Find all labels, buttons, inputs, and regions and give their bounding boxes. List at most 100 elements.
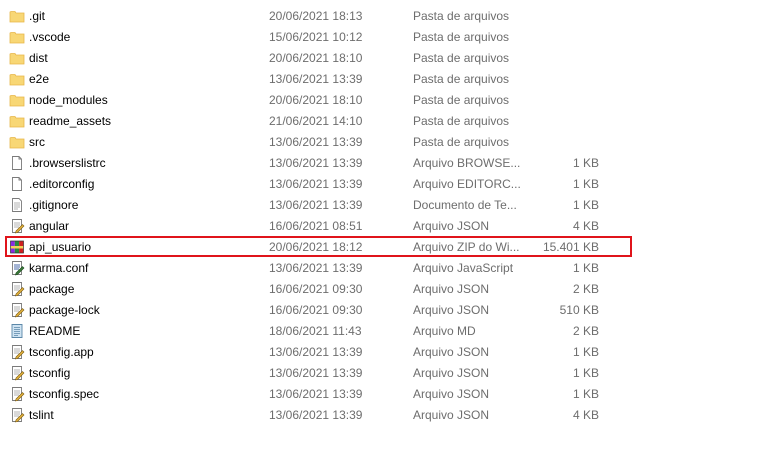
file-row-tsconfig[interactable]: tsconfig 13/06/2021 13:39 Arquivo JSON 1… xyxy=(0,362,776,383)
file-type: Arquivo JSON xyxy=(413,366,490,380)
file-type: Pasta de arquivos xyxy=(413,9,510,23)
json-file-icon xyxy=(12,219,25,234)
file-type: Arquivo ZIP do Wi... xyxy=(413,240,520,254)
zip-archive-icon xyxy=(10,240,24,254)
file-name: package-lock xyxy=(29,303,100,317)
file-row-browserslistrc[interactable]: .browserslistrc 13/06/2021 13:39 Arquivo… xyxy=(0,152,776,173)
file-type: Arquivo BROWSE... xyxy=(413,156,521,170)
file-modified-date: 13/06/2021 13:39 xyxy=(269,135,363,149)
file-size: 1 KB xyxy=(572,156,599,170)
file-name: tslint xyxy=(29,408,54,422)
file-type: Arquivo JSON xyxy=(413,345,490,359)
json-file-icon xyxy=(12,303,25,318)
file-modified-date: 13/06/2021 13:39 xyxy=(269,156,363,170)
file-name: .git xyxy=(29,9,46,23)
file-size: 2 KB xyxy=(572,282,599,296)
file-modified-date: 16/06/2021 09:30 xyxy=(269,303,363,317)
file-modified-date: 21/06/2021 14:10 xyxy=(269,114,363,128)
file-type: Arquivo JSON xyxy=(413,303,490,317)
file-modified-date: 13/06/2021 13:39 xyxy=(269,72,363,86)
file-size: 2 KB xyxy=(572,324,599,338)
file-modified-date: 15/06/2021 10:12 xyxy=(269,30,363,44)
script-file-icon xyxy=(12,261,25,276)
file-row-api-usuario[interactable]: api_usuario 20/06/2021 18:12 Arquivo ZIP… xyxy=(0,236,776,257)
file-type: Pasta de arquivos xyxy=(413,30,510,44)
file-modified-date: 20/06/2021 18:12 xyxy=(269,240,363,254)
file-row-e2e[interactable]: e2e 13/06/2021 13:39 Pasta de arquivos xyxy=(0,68,776,89)
file-name: readme_assets xyxy=(29,114,112,128)
file-row-git[interactable]: .git 20/06/2021 18:13 Pasta de arquivos xyxy=(0,5,776,26)
file-row-vscode[interactable]: .vscode 15/06/2021 10:12 Pasta de arquiv… xyxy=(0,26,776,47)
file-modified-date: 16/06/2021 09:30 xyxy=(269,282,363,296)
file-type: Arquivo JavaScript xyxy=(413,261,514,275)
json-file-icon xyxy=(12,282,25,297)
file-row-node-modules[interactable]: node_modules 20/06/2021 18:10 Pasta de a… xyxy=(0,89,776,110)
file-row-karma-conf[interactable]: karma.conf 13/06/2021 13:39 Arquivo Java… xyxy=(0,257,776,278)
file-size: 1 KB xyxy=(572,345,599,359)
file-type: Pasta de arquivos xyxy=(413,135,510,149)
file-row-tsconfig-spec[interactable]: tsconfig.spec 13/06/2021 13:39 Arquivo J… xyxy=(0,383,776,404)
file-name: tsconfig xyxy=(29,366,71,380)
file-size: 4 KB xyxy=(572,408,599,422)
file-size: 1 KB xyxy=(572,177,599,191)
folder-icon xyxy=(9,95,25,107)
file-size: 15.401 KB xyxy=(542,240,599,254)
file-type: Pasta de arquivos xyxy=(413,114,510,128)
file-size: 1 KB xyxy=(572,387,599,401)
file-name: angular xyxy=(29,219,70,233)
file-name: .gitignore xyxy=(29,198,79,212)
file-size: 1 KB xyxy=(572,261,599,275)
file-name: api_usuario xyxy=(29,240,92,254)
file-row-gitignore[interactable]: .gitignore 13/06/2021 13:39 Documento de… xyxy=(0,194,776,215)
file-type: Arquivo JSON xyxy=(413,408,490,422)
file-size: 1 KB xyxy=(572,366,599,380)
file-size: 1 KB xyxy=(572,198,599,212)
file-type: Pasta de arquivos xyxy=(413,93,510,107)
json-file-icon xyxy=(12,366,25,381)
file-name: package xyxy=(29,282,75,296)
folder-icon xyxy=(9,11,25,23)
file-modified-date: 13/06/2021 13:39 xyxy=(269,366,363,380)
file-row-readme[interactable]: README 18/06/2021 11:43 Arquivo MD 2 KB xyxy=(0,320,776,341)
folder-icon xyxy=(9,116,25,128)
file-modified-date: 20/06/2021 18:10 xyxy=(269,93,363,107)
file-name: README xyxy=(29,324,81,338)
text-file-icon xyxy=(12,198,22,212)
file-name: .editorconfig xyxy=(29,177,95,191)
file-name: .vscode xyxy=(29,30,71,44)
file-modified-date: 13/06/2021 13:39 xyxy=(269,345,363,359)
blank-file-icon xyxy=(12,156,22,170)
file-row-tsconfig-app[interactable]: tsconfig.app 13/06/2021 13:39 Arquivo JS… xyxy=(0,341,776,362)
file-type: Arquivo JSON xyxy=(413,387,490,401)
json-file-icon xyxy=(12,345,25,360)
file-type: Pasta de arquivos xyxy=(413,72,510,86)
file-modified-date: 20/06/2021 18:10 xyxy=(269,51,363,65)
file-name: dist xyxy=(29,51,48,65)
file-modified-date: 20/06/2021 18:13 xyxy=(269,9,363,23)
file-modified-date: 16/06/2021 08:51 xyxy=(269,219,363,233)
json-file-icon xyxy=(12,387,25,402)
file-row-package[interactable]: package 16/06/2021 09:30 Arquivo JSON 2 … xyxy=(0,278,776,299)
file-row-package-lock[interactable]: package-lock 16/06/2021 09:30 Arquivo JS… xyxy=(0,299,776,320)
file-type: Arquivo JSON xyxy=(413,219,490,233)
file-type: Documento de Te... xyxy=(413,198,517,212)
file-name: .browserslistrc xyxy=(29,156,106,170)
file-list: .git 20/06/2021 18:13 Pasta de arquivos … xyxy=(0,5,776,425)
file-row-tslint[interactable]: tslint 13/06/2021 13:39 Arquivo JSON 4 K… xyxy=(0,404,776,425)
folder-icon xyxy=(9,74,25,86)
file-row-editorconfig[interactable]: .editorconfig 13/06/2021 13:39 Arquivo E… xyxy=(0,173,776,194)
file-type: Pasta de arquivos xyxy=(413,51,510,65)
file-name: src xyxy=(29,135,45,149)
file-modified-date: 18/06/2021 11:43 xyxy=(269,324,362,338)
json-file-icon xyxy=(12,408,25,423)
file-row-dist[interactable]: dist 20/06/2021 18:10 Pasta de arquivos xyxy=(0,47,776,68)
file-modified-date: 13/06/2021 13:39 xyxy=(269,177,363,191)
file-row-angular[interactable]: angular 16/06/2021 08:51 Arquivo JSON 4 … xyxy=(0,215,776,236)
folder-icon xyxy=(9,53,25,65)
file-row-src[interactable]: src 13/06/2021 13:39 Pasta de arquivos xyxy=(0,131,776,152)
file-name: node_modules xyxy=(29,93,108,107)
file-name: tsconfig.spec xyxy=(29,387,100,401)
folder-icon xyxy=(9,137,25,149)
file-row-readme-assets[interactable]: readme_assets 21/06/2021 14:10 Pasta de … xyxy=(0,110,776,131)
file-type: Arquivo JSON xyxy=(413,282,490,296)
